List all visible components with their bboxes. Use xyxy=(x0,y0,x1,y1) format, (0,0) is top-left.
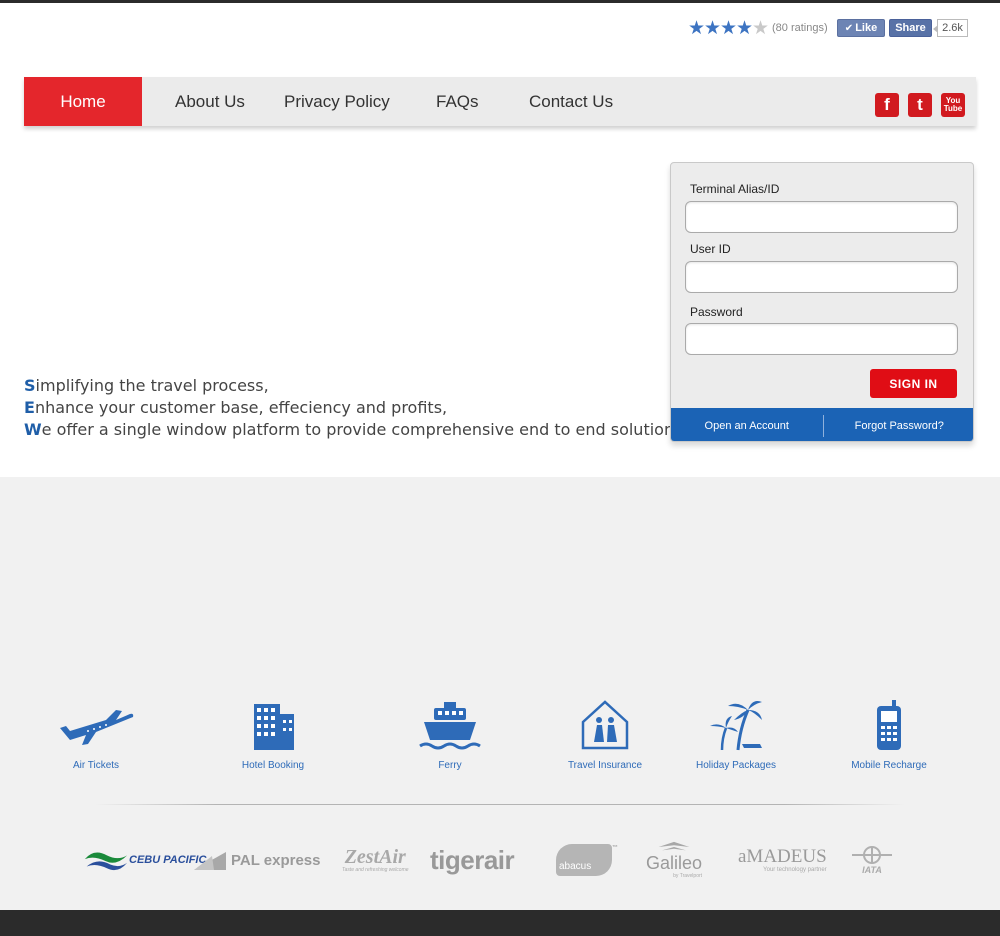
sign-in-button[interactable]: SIGN IN xyxy=(870,369,957,398)
abacus-logo: abacus ™ xyxy=(556,835,618,885)
section-divider xyxy=(95,804,905,805)
open-account-link[interactable]: Open an Account xyxy=(671,420,823,432)
pal-express-logo: PAL express xyxy=(192,835,321,885)
partner-name: IATA xyxy=(862,865,882,875)
cebu-pacific-swoosh-icon xyxy=(84,852,128,871)
service-mobile-recharge[interactable]: Mobile Recharge xyxy=(819,698,959,771)
service-label: Hotel Booking xyxy=(241,760,305,771)
iata-globe-icon xyxy=(852,846,892,864)
rating-widget[interactable]: ★ ★ ★ ★ ★ (80 ratings) xyxy=(688,18,828,38)
footer-bar xyxy=(0,910,1000,936)
tagline-line: We offer a single window platform to pro… xyxy=(24,420,680,439)
zestair-logo: ZestAir Taste and refreshing welcome xyxy=(342,835,409,885)
mobile-phone-icon xyxy=(877,700,901,750)
service-label: Mobile Recharge xyxy=(851,760,927,771)
star-icon[interactable]: ★ xyxy=(736,18,753,38)
partner-logos: CEBU PACIFIC PAL express ZestAir Taste a… xyxy=(0,835,1000,885)
partner-tagline: by Travelport xyxy=(673,873,703,879)
partner-name: ZestAir xyxy=(344,846,406,868)
partner-name: tigerair xyxy=(430,844,515,875)
star-rating[interactable]: ★ ★ ★ ★ ★ xyxy=(688,18,769,38)
pal-express-wing-icon xyxy=(194,852,226,870)
abacus-badge: abacus xyxy=(556,844,612,876)
star-icon[interactable]: ★ xyxy=(688,18,705,38)
star-icon[interactable]: ★ xyxy=(704,18,721,38)
service-label: Travel Insurance xyxy=(567,760,643,771)
service-label: Ferry xyxy=(438,760,462,771)
palm-tree-icon xyxy=(710,701,762,751)
forgot-password-link[interactable]: Forgot Password? xyxy=(824,420,974,432)
login-panel: Terminal Alias/ID User ID Password SIGN … xyxy=(670,162,974,442)
partner-name: abacus xyxy=(559,861,592,872)
tagline: Simplifying the travel process, Enhance … xyxy=(24,375,679,441)
partner-name: Galileo xyxy=(646,853,703,873)
nav-contact-us[interactable]: Contact Us xyxy=(529,77,613,126)
service-ferry[interactable]: Ferry xyxy=(380,698,520,771)
tagline-line: Simplifying the travel process, xyxy=(24,376,269,395)
service-air-tickets[interactable]: Air Tickets xyxy=(26,698,166,771)
rating-count: (80 ratings) xyxy=(772,22,828,34)
tagline-line: Enhance your customer base, effeciency a… xyxy=(24,398,448,417)
partner-tagline: Taste and refreshing welcome xyxy=(342,867,409,873)
nav-home[interactable]: Home xyxy=(24,77,142,126)
twitter-icon[interactable]: t xyxy=(908,93,932,117)
service-label: Air Tickets xyxy=(72,760,120,771)
user-id-label: User ID xyxy=(690,242,731,256)
facebook-icon[interactable]: f xyxy=(875,93,899,117)
facebook-share-button[interactable]: Share xyxy=(889,19,932,37)
nav-privacy-policy[interactable]: Privacy Policy xyxy=(284,77,390,126)
nav-faqs[interactable]: FAQs xyxy=(436,77,479,126)
service-label: Holiday Packages xyxy=(695,760,777,771)
terminal-label: Terminal Alias/ID xyxy=(690,182,780,196)
facebook-like-button[interactable]: ✔ Like xyxy=(837,19,885,37)
partner-name: PAL express xyxy=(231,851,321,869)
building-icon xyxy=(254,704,294,750)
iata-logo: IATA xyxy=(852,835,892,885)
partner-tagline: Your technology partner xyxy=(763,867,827,873)
password-label: Password xyxy=(690,305,743,319)
main-nav: Home About Us Privacy Policy FAQs Contac… xyxy=(24,77,976,126)
trademark-symbol: ™ xyxy=(612,845,618,851)
star-icon[interactable]: ★ xyxy=(752,18,769,38)
nav-about-us[interactable]: About Us xyxy=(175,77,245,126)
login-footer: Open an Account Forgot Password? xyxy=(671,408,974,441)
amadeus-logo: aMADEUS Your technology partner xyxy=(738,835,827,885)
family-house-icon xyxy=(581,700,629,750)
top-border xyxy=(0,0,1000,3)
service-hotel-booking[interactable]: Hotel Booking xyxy=(203,698,343,771)
galileo-logo: Galileo by Travelport xyxy=(646,835,702,885)
share-count: 2.6k xyxy=(933,19,968,37)
terminal-id-input[interactable] xyxy=(685,201,958,233)
galileo-mark-icon xyxy=(658,841,690,851)
cebu-pacific-logo: CEBU PACIFIC xyxy=(83,835,206,885)
password-input[interactable] xyxy=(685,323,958,355)
airplane-icon xyxy=(60,710,134,745)
youtube-icon[interactable]: You Tube xyxy=(941,93,965,117)
ferry-icon xyxy=(419,702,481,750)
check-icon: ✔ xyxy=(844,22,854,34)
user-id-input[interactable] xyxy=(685,261,958,293)
service-holiday-packages[interactable]: Holiday Packages xyxy=(666,698,806,771)
service-travel-insurance[interactable]: Travel Insurance xyxy=(535,698,675,771)
like-label: Like xyxy=(855,22,878,34)
tigerair-logo: tigerair xyxy=(430,835,515,885)
partner-name: aMADEUS xyxy=(738,846,827,867)
star-icon[interactable]: ★ xyxy=(720,18,737,38)
